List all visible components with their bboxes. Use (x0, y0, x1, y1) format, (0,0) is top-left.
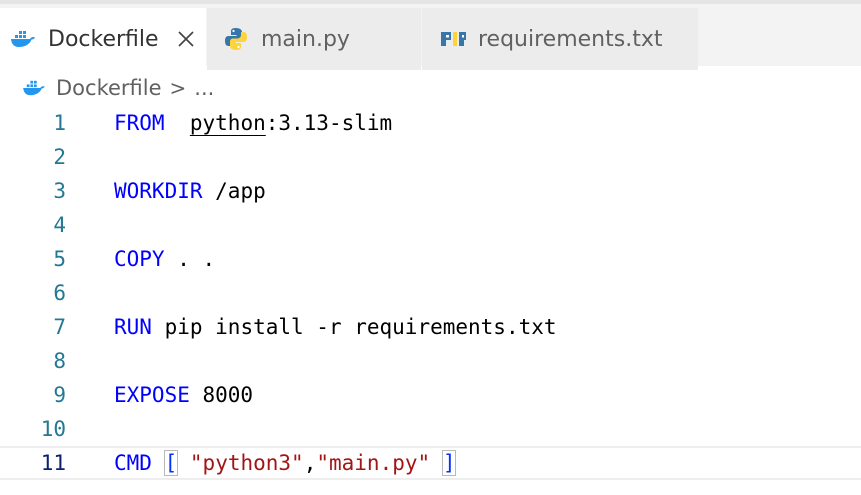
docker-icon (22, 79, 46, 97)
code-rest: . . (164, 247, 216, 271)
bracket-open: [ (163, 450, 179, 476)
code-line[interactable]: 8 (0, 344, 861, 378)
code-text[interactable]: WORKDIR /app (114, 179, 266, 203)
code-line[interactable]: 5 COPY . . (0, 242, 861, 276)
keyword: FROM (114, 111, 165, 135)
line-number: 8 (53, 349, 66, 373)
keyword: EXPOSE (114, 383, 190, 407)
code-text[interactable]: FROM python:3.13-slim (114, 111, 392, 135)
line-number: 1 (53, 111, 66, 135)
editor-tab-bar: Dockerfile main.py requirements.txt (0, 0, 861, 70)
tab-main-py[interactable]: main.py (207, 8, 421, 70)
close-icon[interactable] (177, 30, 195, 48)
line-number: 2 (53, 145, 66, 169)
python-icon (223, 26, 249, 52)
line-number: 6 (53, 281, 66, 305)
line-number: 5 (53, 247, 66, 271)
code-rest: pip install -r requirements.txt (151, 315, 557, 339)
string-literal: "python3" (189, 451, 304, 475)
code-line[interactable]: 4 (0, 208, 861, 242)
breadcrumb-more[interactable]: ... (194, 76, 214, 100)
bracket-close: ] (441, 450, 457, 476)
code-rest: /app (202, 179, 266, 203)
code-line[interactable]: 10 (0, 412, 861, 446)
code-line[interactable]: 2 (0, 140, 861, 174)
breadcrumb-file[interactable]: Dockerfile (56, 76, 162, 100)
image-name[interactable]: python (190, 111, 266, 135)
line-number: 9 (53, 383, 66, 407)
code-rest: 8000 (189, 383, 254, 407)
tab-label: Dockerfile (48, 26, 159, 52)
line-number: 3 (53, 179, 66, 203)
line-number: 7 (53, 315, 66, 339)
line-number: 10 (40, 417, 66, 441)
keyword: RUN (114, 315, 152, 339)
pip-icon (440, 29, 466, 49)
chevron-right-icon: > (169, 76, 187, 100)
code-line[interactable]: 1 FROM python:3.13-slim (0, 106, 861, 140)
code-line[interactable]: 3 WORKDIR /app (0, 174, 861, 208)
code-text[interactable]: RUN pip install -r requirements.txt (114, 315, 557, 339)
code-rest: :3.13-slim (265, 111, 393, 135)
keyword: CMD (114, 451, 152, 475)
line-number: 4 (53, 213, 66, 237)
code-line[interactable]: 7 RUN pip install -r requirements.txt (0, 310, 861, 344)
keyword: WORKDIR (114, 179, 203, 203)
tab-label: main.py (261, 26, 350, 52)
keyword: COPY (114, 247, 165, 271)
tab-label: requirements.txt (478, 26, 663, 52)
docker-icon (10, 29, 36, 49)
code-text[interactable]: EXPOSE 8000 (114, 383, 253, 407)
code-line-current[interactable]: 11 CMD [ "python3","main.py" ] (0, 446, 861, 480)
tab-requirements-txt[interactable]: requirements.txt (422, 8, 698, 70)
code-text[interactable]: COPY . . (114, 247, 215, 271)
code-text[interactable]: CMD [ "python3","main.py" ] (114, 450, 457, 476)
string-literal: "main.py" (316, 451, 431, 475)
code-line[interactable]: 6 (0, 276, 861, 310)
code-line[interactable]: 9 EXPOSE 8000 (0, 378, 861, 412)
tab-dockerfile[interactable]: Dockerfile (0, 8, 206, 70)
breadcrumb[interactable]: Dockerfile > ... (22, 72, 214, 104)
code-editor[interactable]: 1 FROM python:3.13-slim 2 3 WORKDIR /app… (0, 106, 861, 495)
line-number: 11 (40, 451, 66, 475)
code-comma: , (303, 451, 317, 475)
